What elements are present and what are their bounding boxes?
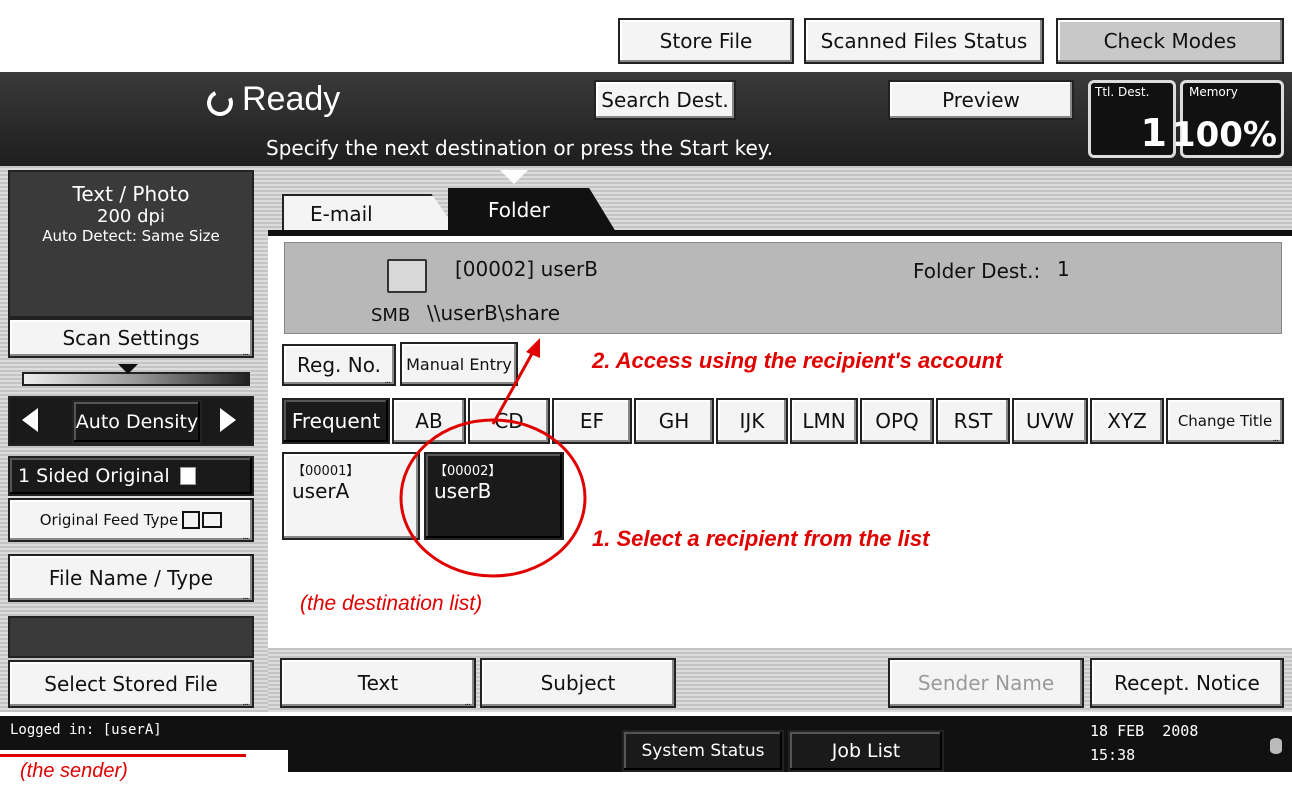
job-list-button[interactable]: Job List [788,730,944,772]
system-status-button[interactable]: System Status [622,730,784,772]
annotation-arrow-line [491,349,536,425]
annotation-arrow-head [526,338,540,358]
text-button[interactable]: Text [280,658,476,708]
annotation-sender: (the sender) [20,760,128,782]
footer-time: 15:38 [1090,746,1136,764]
footer-date: 18 FEB 2008 [1090,722,1199,740]
annotation-circle [399,418,587,578]
recept-notice-button[interactable]: Recept. Notice [1090,658,1284,708]
sender-underline [0,754,246,757]
sender-name-button[interactable]: Sender Name [888,658,1084,708]
data-indicator-icon [1270,738,1282,754]
subject-button[interactable]: Subject [480,658,676,708]
logged-in-label: Logged in: [userA] [10,722,162,738]
